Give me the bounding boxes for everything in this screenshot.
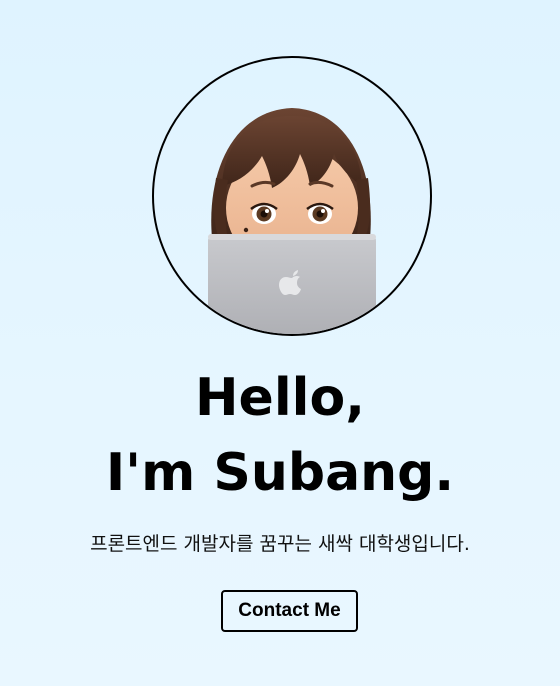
memoji-illustration xyxy=(208,108,376,334)
laptop-shape xyxy=(208,234,376,334)
headline-greeting: Hello, xyxy=(195,368,365,428)
profile-avatar xyxy=(152,56,432,336)
tagline: 프론트엔드 개발자를 꿈꾸는 새싹 대학생입니다. xyxy=(90,533,470,555)
headline-name: I'm Subang. xyxy=(105,443,455,503)
contact-me-button[interactable]: Contact Me xyxy=(221,590,358,632)
hero-section: Hello, I'm Subang. 프론트엔드 개발자를 꿈꾸는 새싹 대학생… xyxy=(0,0,560,686)
